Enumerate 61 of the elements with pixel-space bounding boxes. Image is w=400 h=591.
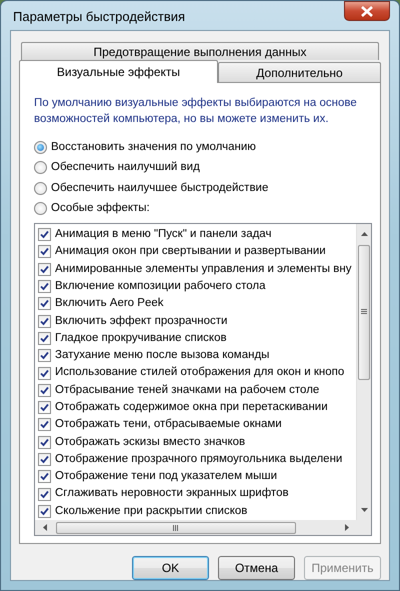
- effect-label[interactable]: Гладкое прокручивание списков: [55, 330, 227, 348]
- description-text: По умолчанию визуальные эффекты выбираются на основе возможностей компьютера, но вы можете изменить их.: [34, 96, 358, 127]
- tab[interactable]: Дополнительно: [218, 62, 381, 82]
- option-label[interactable]: Особые эффекты:: [51, 200, 150, 218]
- checkbox[interactable]: [38, 245, 51, 258]
- window-title: Параметры быстродействия: [12, 8, 186, 26]
- grip-icon: [173, 524, 179, 531]
- checkbox[interactable]: [38, 470, 51, 484]
- grip-icon: [361, 309, 367, 316]
- dialog-button[interactable]: OK: [132, 556, 209, 580]
- checkbox[interactable]: [38, 262, 51, 276]
- radio-button[interactable]: [34, 202, 47, 216]
- checkbox[interactable]: [38, 453, 51, 466]
- scroll-up-icon[interactable]: [360, 232, 368, 236]
- checkbox[interactable]: [38, 366, 51, 380]
- vertical-scrollbar[interactable]: [356, 224, 371, 520]
- effect-label[interactable]: Отображать тени, отбрасываемые окнами: [55, 416, 282, 434]
- effect-label[interactable]: Анимированные элементы управления и элементы вну: [55, 260, 352, 278]
- checkbox[interactable]: [38, 314, 51, 328]
- checkbox[interactable]: [38, 297, 51, 310]
- checkbox[interactable]: [38, 349, 51, 362]
- scroll-left-icon[interactable]: [43, 524, 47, 532]
- radio-button[interactable]: [34, 182, 47, 195]
- effect-label[interactable]: Анимация в меню "Пуск" и панели задач: [55, 226, 272, 244]
- checkbox[interactable]: [38, 436, 51, 449]
- checkbox[interactable]: [38, 228, 51, 242]
- radio-button[interactable]: [34, 161, 47, 174]
- effect-label[interactable]: Отображать эскизы вместо значков: [55, 434, 246, 451]
- effect-label[interactable]: Скольжение при раскрытии списков: [55, 502, 248, 520]
- option-label[interactable]: Обеспечить наилучший вид: [51, 159, 200, 176]
- scroll-down-icon[interactable]: [360, 508, 368, 512]
- effect-label[interactable]: Отображение тени под указателем мыши: [55, 468, 277, 486]
- effect-label[interactable]: Отбрасывание теней значками на рабочем столе: [55, 382, 320, 399]
- dialog-button[interactable]: Отмена: [218, 556, 295, 580]
- effect-label[interactable]: Анимация окон при свертывании и развертывании: [55, 243, 326, 261]
- checkbox[interactable]: [38, 384, 51, 397]
- close-icon: [361, 6, 373, 18]
- effect-label[interactable]: Включение композиции рабочего стола: [55, 278, 266, 296]
- checkbox[interactable]: [38, 401, 51, 414]
- option-label[interactable]: Восстановить значения по умолчанию: [51, 138, 256, 156]
- scroll-thumb[interactable]: [56, 522, 296, 534]
- effect-label[interactable]: Использование стилей отображения для окон и кнопо: [55, 364, 344, 382]
- checkbox[interactable]: [38, 280, 51, 294]
- scroll-thumb[interactable]: [358, 244, 370, 380]
- scroll-right-icon[interactable]: [345, 524, 349, 532]
- effect-label[interactable]: Отображать содержимое окна при перетаскивании: [55, 398, 328, 416]
- effect-label[interactable]: Включить эффект прозрачности: [55, 312, 228, 330]
- checkbox[interactable]: [38, 418, 51, 432]
- option-label[interactable]: Обеспечить наилучшее быстродействие: [51, 180, 268, 197]
- tab[interactable]: Предотвращение выполнения данных: [21, 42, 379, 60]
- effect-label[interactable]: Затухание меню после вызова команды: [55, 347, 270, 364]
- checkbox[interactable]: [38, 504, 51, 518]
- horizontal-scrollbar[interactable]: [35, 520, 371, 536]
- effect-label[interactable]: Отображение прозрачного прямоугольника выделени: [55, 450, 342, 468]
- effect-label[interactable]: Сглаживать неровности экранных шрифтов: [55, 485, 289, 503]
- checkbox[interactable]: [38, 332, 51, 345]
- checkbox[interactable]: [38, 488, 51, 501]
- close-button[interactable]: [344, 1, 390, 21]
- radio-button[interactable]: [34, 140, 47, 154]
- tab[interactable]: Визуальные эффекты: [19, 60, 218, 83]
- effect-label[interactable]: Включить Aero Peek: [55, 295, 164, 312]
